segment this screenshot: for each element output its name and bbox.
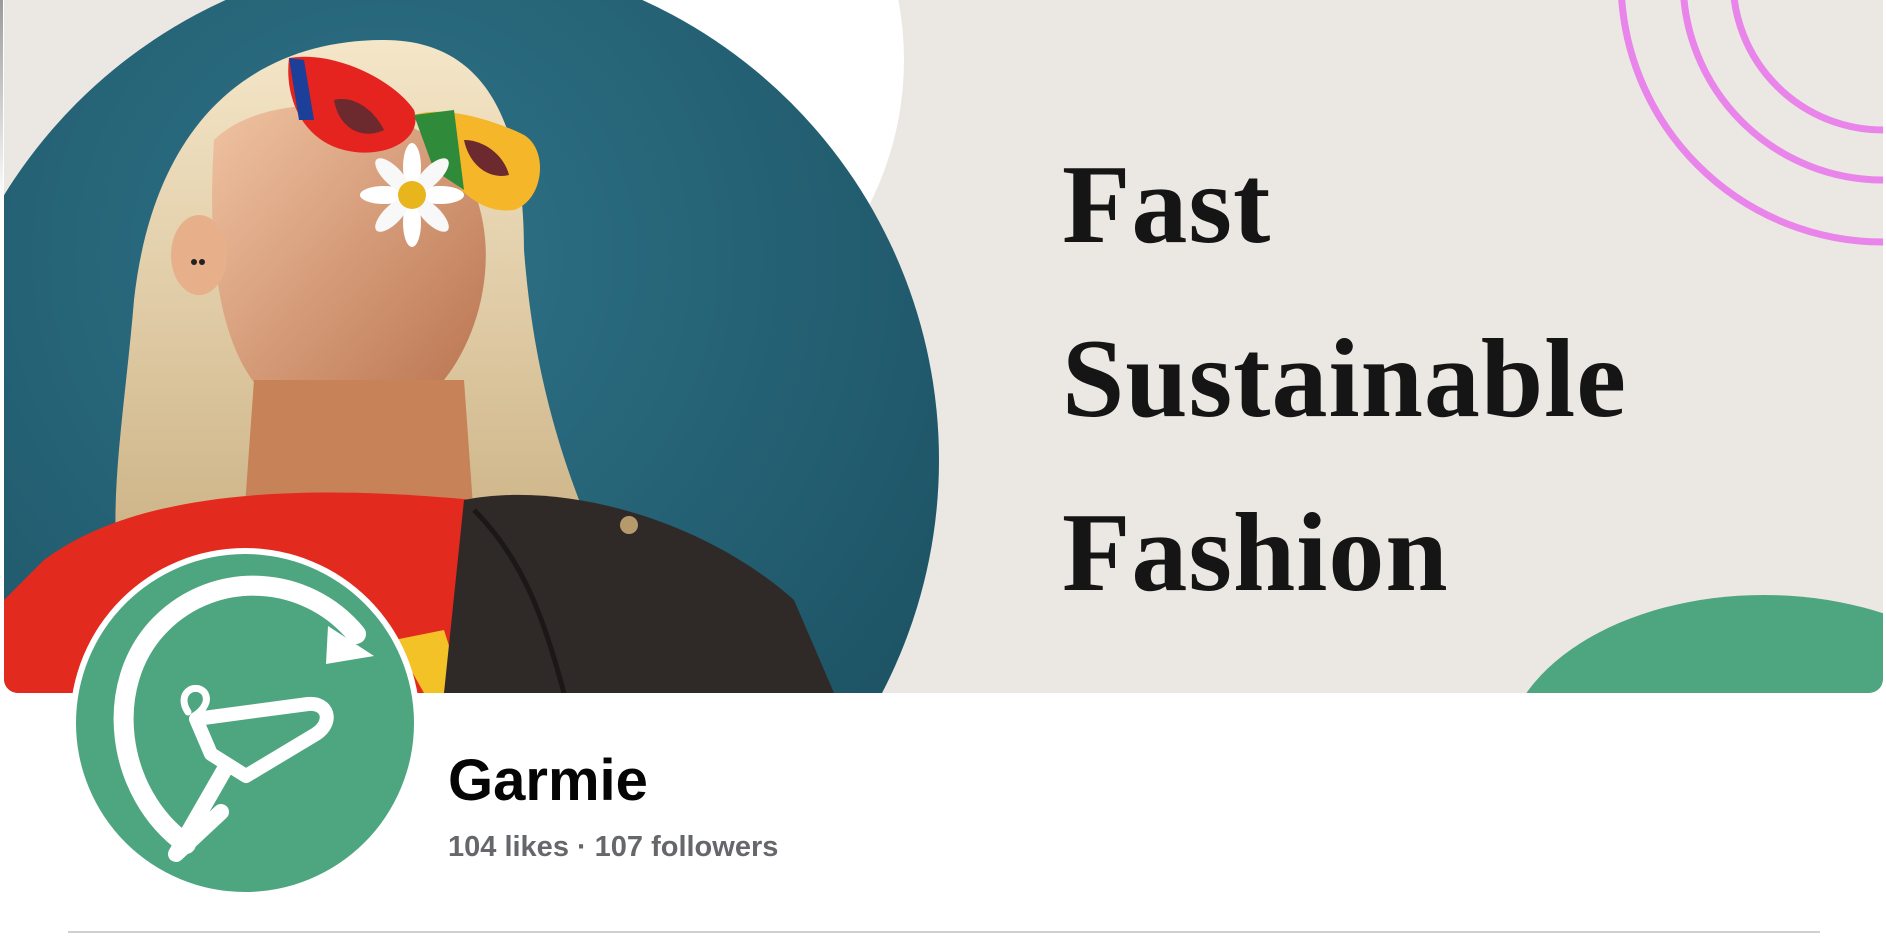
likes-count[interactable]: 104 likes [448, 831, 569, 863]
hanger-arrow-logo-icon [76, 554, 414, 892]
page-header: Fast Sustainable Fashion Garmie 104 like… [0, 0, 1886, 936]
cover-tagline: Fast Sustainable Fashion [1062, 118, 1627, 640]
pink-arcs [1618, 0, 1883, 246]
page-stats: 104 likes · 107 followers [448, 829, 778, 865]
tagline-line-3: Fashion [1062, 491, 1449, 615]
followers-count[interactable]: 107 followers [595, 831, 779, 863]
stats-separator: · [576, 831, 587, 863]
page-title: Garmie [448, 748, 648, 813]
profile-picture[interactable] [70, 548, 420, 898]
header-divider [68, 931, 1820, 933]
tagline-line-2: Sustainable [1062, 317, 1627, 441]
window-edge [0, 0, 3, 200]
tagline-line-1: Fast [1062, 143, 1272, 267]
